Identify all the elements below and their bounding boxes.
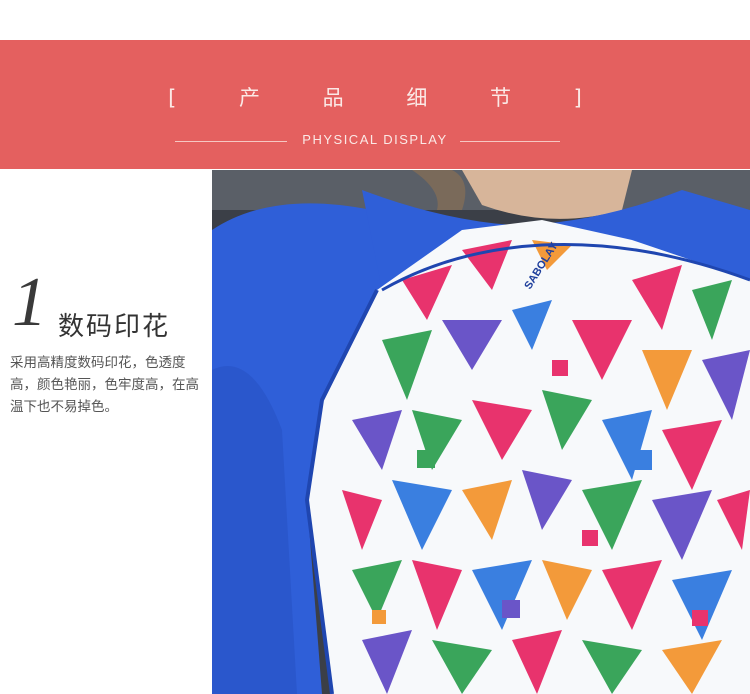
- header-banner: [ 产 品 细 节 ] PHYSICAL DISPLAY: [0, 40, 750, 169]
- section-subtitle: PHYSICAL DISPLAY: [302, 132, 448, 147]
- product-photo: SABOLAY: [212, 170, 750, 694]
- feature-description: 采用高精度数码印花，色透度高，颜色艳丽，色牢度高，在高温下也不易掉色。: [10, 355, 199, 415]
- section-title: [ 产 品 细 节 ]: [168, 86, 610, 110]
- rashguard-closeup-image: SABOLAY: [212, 170, 750, 694]
- feature-title: 数码印花: [58, 312, 171, 342]
- feature-number: 1: [12, 264, 47, 341]
